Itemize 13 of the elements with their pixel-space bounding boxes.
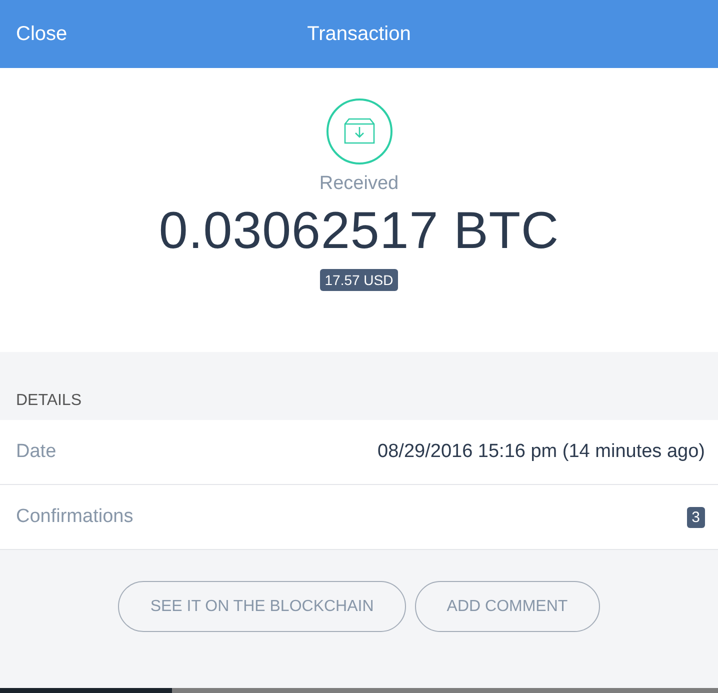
comment-button[interactable]: ADD COMMENT <box>414 581 600 632</box>
inbox-download-icon <box>326 98 392 165</box>
detail-label: Confirmations <box>16 506 134 528</box>
count-badge: 3 <box>686 506 705 528</box>
amount-text: 0.03062517 BTC <box>158 201 560 261</box>
detail-value: 08/29/2016 15:16 pm (14 minutes ago) <box>378 441 705 463</box>
direction-label: Received <box>319 173 399 195</box>
section-heading: DETAILS <box>15 391 82 411</box>
close-button[interactable]: Close <box>16 22 68 46</box>
blockchain-button[interactable]: SEE IT ON THE BLOCKCHAIN <box>118 581 406 632</box>
fiat-badge: 17.57 USD <box>320 269 398 291</box>
detail-label: Date <box>16 441 56 463</box>
page-title: Transaction <box>307 22 411 46</box>
